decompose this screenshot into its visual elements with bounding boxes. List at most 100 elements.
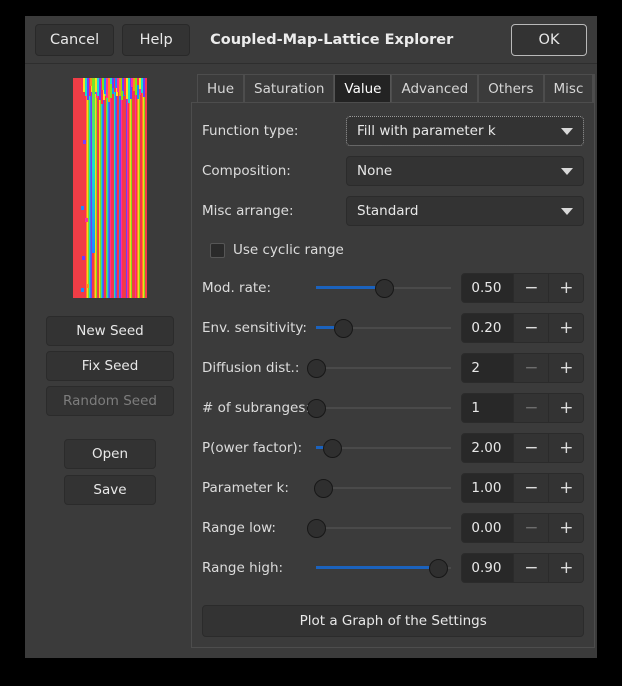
misc-arrange-label: Misc arrange: bbox=[202, 203, 322, 219]
spinbox-value-diffusion-dist[interactable]: 2 bbox=[462, 354, 513, 382]
spinbox-value-env-sensitivity[interactable]: 0.20 bbox=[462, 314, 513, 342]
function-type-value: Fill with parameter k bbox=[357, 123, 496, 139]
cancel-button[interactable]: Cancel bbox=[35, 24, 114, 56]
open-button[interactable]: Open bbox=[64, 439, 156, 469]
use-cyclic-range-row[interactable]: Use cyclic range bbox=[210, 237, 584, 263]
slider-row-range-low: Range low: 0.00−+ bbox=[202, 511, 584, 545]
slider-p-ower-factor[interactable] bbox=[316, 436, 451, 460]
plus-icon-range-high[interactable]: + bbox=[548, 554, 583, 582]
minus-icon-env-sensitivity[interactable]: − bbox=[513, 314, 548, 342]
chevron-down-icon bbox=[561, 128, 573, 135]
slider-env-sensitivity[interactable] bbox=[316, 316, 451, 340]
random-seed-button: Random Seed bbox=[46, 386, 174, 416]
chevron-down-icon bbox=[561, 208, 573, 215]
coupled-map-lattice-dialog: Cancel Help Coupled-Map-Lattice Explorer… bbox=[25, 16, 597, 658]
slider-handle[interactable] bbox=[323, 439, 342, 458]
spinbox-value-p-ower-factor[interactable]: 2.00 bbox=[462, 434, 513, 462]
tab-saturation[interactable]: Saturation bbox=[244, 74, 334, 102]
minus-icon-of-subranges: − bbox=[513, 394, 548, 422]
seed-button-group: New Seed Fix Seed Random Seed bbox=[46, 316, 174, 421]
spinbox-value-mod-rate[interactable]: 0.50 bbox=[462, 274, 513, 302]
tab-bar-filler bbox=[593, 74, 595, 102]
slider-of-subranges[interactable] bbox=[316, 396, 451, 420]
slider-row-env-sensitivity: Env. sensitivity: 0.20−+ bbox=[202, 311, 584, 345]
minus-icon-range-low: − bbox=[513, 514, 548, 542]
plus-icon-p-ower-factor[interactable]: + bbox=[548, 434, 583, 462]
use-cyclic-range-checkbox[interactable] bbox=[210, 243, 225, 258]
plus-icon-mod-rate[interactable]: + bbox=[548, 274, 583, 302]
slider-row-parameter-k: Parameter k: 1.00−+ bbox=[202, 471, 584, 505]
plus-icon-range-low[interactable]: + bbox=[548, 514, 583, 542]
misc-arrange-row: Misc arrange: Standard bbox=[202, 195, 584, 227]
slider-label-env-sensitivity: Env. sensitivity: bbox=[202, 320, 314, 336]
spinbox-mod-rate: 0.50−+ bbox=[461, 273, 584, 303]
save-button[interactable]: Save bbox=[64, 475, 156, 505]
function-type-dropdown[interactable]: Fill with parameter k bbox=[346, 116, 584, 146]
function-type-row: Function type: Fill with parameter k bbox=[202, 115, 584, 147]
plus-icon-diffusion-dist[interactable]: + bbox=[548, 354, 583, 382]
slider-range-high[interactable] bbox=[316, 556, 451, 580]
slider-handle[interactable] bbox=[375, 279, 394, 298]
spinbox-env-sensitivity: 0.20−+ bbox=[461, 313, 584, 343]
slider-handle[interactable] bbox=[429, 559, 448, 578]
slider-label-parameter-k: Parameter k: bbox=[202, 480, 314, 496]
tab-bar: HueSaturationValueAdvancedOthersMisc bbox=[191, 72, 595, 102]
tab-advanced[interactable]: Advanced bbox=[391, 74, 478, 102]
new-seed-button[interactable]: New Seed bbox=[46, 316, 174, 346]
slider-range-low[interactable] bbox=[316, 516, 451, 540]
slider-diffusion-dist[interactable] bbox=[316, 356, 451, 380]
slider-row-mod-rate: Mod. rate:0.50−+ bbox=[202, 271, 584, 305]
composition-dropdown[interactable]: None bbox=[346, 156, 584, 186]
slider-fill bbox=[316, 286, 384, 289]
minus-icon-range-high[interactable]: − bbox=[513, 554, 548, 582]
slider-label-of-subranges: # of subranges: bbox=[202, 400, 314, 416]
tab-others[interactable]: Others bbox=[478, 74, 543, 102]
slider-label-range-low: Range low: bbox=[202, 520, 314, 536]
help-button[interactable]: Help bbox=[122, 24, 190, 56]
spinbox-value-parameter-k[interactable]: 1.00 bbox=[462, 474, 513, 502]
composition-row: Composition: None bbox=[202, 155, 584, 187]
plus-icon-of-subranges[interactable]: + bbox=[548, 394, 583, 422]
slider-track bbox=[316, 487, 451, 489]
slider-row-p-ower-factor: P(ower factor):2.00−+ bbox=[202, 431, 584, 465]
tab-misc[interactable]: Misc bbox=[544, 74, 594, 102]
lattice-preview-image bbox=[73, 78, 147, 298]
plus-icon-env-sensitivity[interactable]: + bbox=[548, 314, 583, 342]
slider-handle[interactable] bbox=[307, 359, 326, 378]
composition-label: Composition: bbox=[202, 163, 322, 179]
slider-row-of-subranges: # of subranges: 1−+ bbox=[202, 391, 584, 425]
slider-track bbox=[316, 407, 451, 409]
sidebar: New Seed Fix Seed Random Seed Open Save bbox=[35, 72, 185, 648]
spinbox-value-of-subranges[interactable]: 1 bbox=[462, 394, 513, 422]
chevron-down-icon bbox=[561, 168, 573, 175]
slider-parameter-k[interactable] bbox=[316, 476, 451, 500]
spinbox-value-range-high[interactable]: 0.90 bbox=[462, 554, 513, 582]
slider-handle[interactable] bbox=[307, 399, 326, 418]
spinbox-value-range-low[interactable]: 0.00 bbox=[462, 514, 513, 542]
minus-icon-mod-rate[interactable]: − bbox=[513, 274, 548, 302]
function-type-label: Function type: bbox=[202, 123, 322, 139]
slider-mod-rate[interactable] bbox=[316, 276, 451, 300]
minus-icon-p-ower-factor[interactable]: − bbox=[513, 434, 548, 462]
plus-icon-parameter-k[interactable]: + bbox=[548, 474, 583, 502]
slider-handle[interactable] bbox=[314, 479, 333, 498]
slider-track bbox=[316, 527, 451, 529]
slider-label-range-high: Range high: bbox=[202, 560, 314, 576]
fix-seed-button[interactable]: Fix Seed bbox=[46, 351, 174, 381]
misc-arrange-dropdown[interactable]: Standard bbox=[346, 196, 584, 226]
spinbox-range-high: 0.90−+ bbox=[461, 553, 584, 583]
slider-handle[interactable] bbox=[307, 519, 326, 538]
dialog-titlebar: Cancel Help Coupled-Map-Lattice Explorer… bbox=[25, 16, 597, 64]
slider-handle[interactable] bbox=[334, 319, 353, 338]
minus-icon-parameter-k[interactable]: − bbox=[513, 474, 548, 502]
slider-row-diffusion-dist: Diffusion dist.:2−+ bbox=[202, 351, 584, 385]
slider-track bbox=[316, 367, 451, 369]
spinbox-p-ower-factor: 2.00−+ bbox=[461, 433, 584, 463]
ok-button[interactable]: OK bbox=[511, 24, 587, 56]
tab-value[interactable]: Value bbox=[334, 74, 391, 102]
spinbox-range-low: 0.00−+ bbox=[461, 513, 584, 543]
spinbox-of-subranges: 1−+ bbox=[461, 393, 584, 423]
spinbox-parameter-k: 1.00−+ bbox=[461, 473, 584, 503]
tab-hue[interactable]: Hue bbox=[197, 74, 244, 102]
plot-graph-button[interactable]: Plot a Graph of the Settings bbox=[202, 605, 584, 637]
